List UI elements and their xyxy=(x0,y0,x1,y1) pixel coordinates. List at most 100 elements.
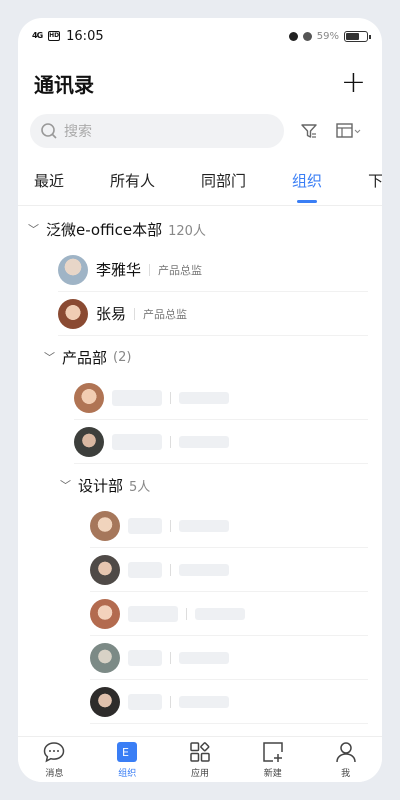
person-icon xyxy=(335,741,356,762)
name-placeholder xyxy=(128,517,162,534)
avatar xyxy=(90,686,120,717)
page-header: 通讯录 + xyxy=(18,54,382,112)
nav-label: 我 xyxy=(341,768,351,779)
nav-apps[interactable]: 应用 xyxy=(164,737,237,782)
group-name: 设计部 xyxy=(78,476,124,495)
tab-more[interactable]: 下 xyxy=(368,170,382,191)
nav-label: 消息 xyxy=(45,768,64,779)
filter-icon xyxy=(301,124,317,138)
search-placeholder: 搜索 xyxy=(64,124,92,140)
member-row-placeholder[interactable] xyxy=(90,680,368,724)
avatar xyxy=(74,426,104,457)
nav-label: 组织 xyxy=(118,768,137,779)
group-header-design[interactable]: ﹀ 设计部 5人 xyxy=(18,466,382,504)
battery-percent: 59% xyxy=(316,30,339,42)
tab-bar: 最近 所有人 同部门 组织 下 xyxy=(18,156,382,206)
member-role: 产品总监 xyxy=(158,263,203,277)
org-icon: E xyxy=(117,741,138,762)
signal-icon: 4G xyxy=(32,31,43,40)
divider xyxy=(149,263,151,276)
avatar xyxy=(90,554,120,585)
nav-new[interactable]: 新建 xyxy=(236,737,309,782)
divider xyxy=(170,563,171,576)
group-count: 5人 xyxy=(129,479,151,495)
role-placeholder xyxy=(195,607,245,620)
status-bar: 4G HD 16:05 59% xyxy=(18,18,382,54)
status-time: 16:05 xyxy=(66,28,104,44)
name-placeholder xyxy=(112,389,162,406)
tab-organization[interactable]: 组织 xyxy=(292,170,322,203)
table-layout-icon xyxy=(336,123,361,138)
group-count: (2) xyxy=(113,349,132,365)
avatar xyxy=(58,298,88,329)
member-row[interactable]: 张易 产品总监 xyxy=(58,292,368,336)
divider xyxy=(170,651,171,664)
member-row-placeholder[interactable] xyxy=(74,376,368,420)
member-role: 产品总监 xyxy=(143,307,188,321)
nav-me[interactable]: 我 xyxy=(309,737,382,782)
new-icon xyxy=(263,741,283,762)
role-placeholder xyxy=(179,695,229,708)
battery-icon xyxy=(344,30,371,42)
avatar xyxy=(58,254,88,285)
role-placeholder xyxy=(179,651,229,664)
chevron-down-icon: ﹀ xyxy=(28,223,39,236)
name-placeholder xyxy=(128,649,162,666)
member-row[interactable]: 李雅华 产品总监 xyxy=(58,248,368,292)
divider xyxy=(170,391,171,404)
tab-same-department[interactable]: 同部门 xyxy=(201,170,246,191)
tab-recent[interactable]: 最近 xyxy=(34,170,64,191)
page-title: 通讯录 xyxy=(34,72,94,97)
group-name: 产品部 xyxy=(62,348,108,367)
member-row-placeholder[interactable] xyxy=(90,504,368,548)
divider xyxy=(170,435,171,448)
filter-button[interactable] xyxy=(294,116,324,146)
alarm-icon xyxy=(288,31,298,41)
mute-icon xyxy=(302,31,312,41)
avatar xyxy=(90,510,120,541)
chevron-down-icon: ﹀ xyxy=(44,351,55,364)
group-count: 120人 xyxy=(168,223,206,239)
group-name: 泛微e-office本部 xyxy=(46,220,163,239)
divider xyxy=(170,519,171,532)
member-name: 李雅华 xyxy=(96,261,142,279)
org-tree: ﹀ 泛微e-office本部 120人 李雅华 产品总监 张易 产品总监 ﹀ 产… xyxy=(18,206,382,724)
member-row-placeholder[interactable] xyxy=(90,592,368,636)
role-placeholder xyxy=(179,519,229,532)
name-placeholder xyxy=(128,561,162,578)
divider xyxy=(170,695,171,708)
member-row-placeholder[interactable] xyxy=(90,636,368,680)
bottom-nav: 消息 E 组织 应用 新建 我 xyxy=(18,736,382,782)
name-placeholder xyxy=(128,693,162,710)
search-input[interactable]: 搜索 xyxy=(30,114,284,148)
apps-icon xyxy=(190,741,210,762)
member-row-placeholder[interactable] xyxy=(74,420,368,464)
group-header-product[interactable]: ﹀ 产品部 (2) xyxy=(18,338,382,376)
nav-messages[interactable]: 消息 xyxy=(18,737,91,782)
search-row: 搜索 xyxy=(18,112,382,150)
member-row-placeholder[interactable] xyxy=(90,548,368,592)
nav-label: 应用 xyxy=(190,768,209,779)
nav-label: 新建 xyxy=(263,768,282,779)
svg-text:E: E xyxy=(122,746,129,759)
avatar xyxy=(90,642,120,673)
add-button[interactable]: + xyxy=(341,68,366,98)
phone-screen: 4G HD 16:05 59% 通讯录 + 搜索 最近 所有人 同部门 组织 下 xyxy=(18,18,382,782)
role-placeholder xyxy=(179,563,229,576)
avatar xyxy=(74,382,104,413)
divider xyxy=(186,607,187,620)
group-header-root[interactable]: ﹀ 泛微e-office本部 120人 xyxy=(18,210,382,248)
hd-icon: HD xyxy=(48,31,61,41)
avatar xyxy=(90,598,120,629)
name-placeholder xyxy=(112,433,162,450)
chat-icon xyxy=(44,741,65,762)
search-icon xyxy=(41,123,57,139)
role-placeholder xyxy=(179,391,229,404)
member-name: 张易 xyxy=(96,305,127,323)
role-placeholder xyxy=(179,435,229,448)
name-placeholder xyxy=(128,605,178,622)
layout-button[interactable] xyxy=(334,116,364,146)
chevron-down-icon: ﹀ xyxy=(60,479,71,492)
nav-organization[interactable]: E 组织 xyxy=(91,737,164,782)
tab-everyone[interactable]: 所有人 xyxy=(110,170,155,191)
